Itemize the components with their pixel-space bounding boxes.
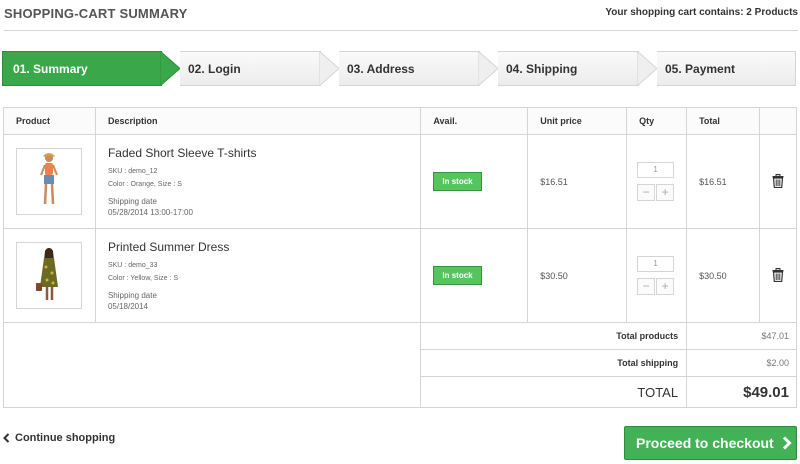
step-label: 02. Login <box>188 62 241 76</box>
qty-decrease-button[interactable]: − <box>637 278 656 295</box>
product-image[interactable] <box>16 242 82 309</box>
product-attributes[interactable]: Color : Orange, Size : S <box>108 178 420 191</box>
product-sku: SKU : demo_12 <box>107 167 158 175</box>
step-address[interactable]: 03. Address <box>339 51 480 86</box>
step-label: 04. Shipping <box>506 62 578 76</box>
proceed-to-checkout-label: Proceed to checkout <box>636 435 774 451</box>
step-shipping[interactable]: 04. Shipping <box>498 51 639 86</box>
chevron-left-icon <box>3 433 10 443</box>
step-summary[interactable]: 01. Summary <box>2 51 162 86</box>
unit-price: $16.51 <box>527 134 628 229</box>
step-payment[interactable]: 05. Payment <box>657 51 796 86</box>
continue-shopping-link[interactable]: Continue shopping <box>3 432 115 444</box>
line-total: $16.51 <box>686 134 761 229</box>
col-header-avail: Avail. <box>420 107 529 135</box>
product-description: Faded Short Sleeve T-shirts SKU : demo_1… <box>94 134 422 229</box>
step-arrow <box>478 51 499 86</box>
quantity-input[interactable]: 1 <box>637 162 675 178</box>
qty-cell: 1 − + <box>626 134 688 229</box>
product-attributes[interactable]: Color : Yellow, Size : S <box>108 272 420 285</box>
checkout-steps: 01. Summary 02. Login 03. Address 04. Sh… <box>2 51 796 86</box>
table-row: Faded Short Sleeve T-shirts SKU : demo_1… <box>3 134 797 229</box>
qty-cell: 1 − + <box>626 228 688 323</box>
total-shipping-label: Total shipping <box>420 349 688 377</box>
stock-badge: In stock <box>433 266 482 285</box>
cart-table: Product Description Avail. Unit price Qt… <box>2 107 797 408</box>
shipping-date-label: Shipping date <box>107 290 157 300</box>
product-description: Printed Summer Dress SKU : demo_33 Color… <box>94 228 422 323</box>
col-header-total: Total <box>686 107 761 135</box>
table-row: Printed Summer Dress SKU : demo_33 Color… <box>3 228 797 323</box>
product-image-cell <box>3 228 96 323</box>
product-image-cell <box>3 134 96 229</box>
col-header-unit-price: Unit price <box>527 107 628 135</box>
step-label: 01. Summary <box>13 62 88 76</box>
line-total: $30.50 <box>686 228 761 323</box>
product-name-link[interactable]: Printed Summer Dress <box>108 240 420 254</box>
delete-cell <box>759 134 797 229</box>
step-login[interactable]: 02. Login <box>180 51 321 86</box>
col-header-delete <box>759 107 797 135</box>
page-heading: Shopping-cart summary Your shopping cart… <box>4 0 798 31</box>
shipping-date: 05/28/2014 13:00-17:00 <box>107 207 193 217</box>
delete-cell <box>759 228 797 323</box>
summary-row-products: Total products $47.01 <box>2 322 797 408</box>
qty-increase-button[interactable]: + <box>656 278 675 295</box>
step-arrow <box>160 51 181 86</box>
col-header-qty: Qty <box>626 107 688 135</box>
chevron-right-icon <box>782 436 792 450</box>
step-arrow <box>637 51 658 86</box>
total-shipping-value: $2.00 <box>686 349 797 377</box>
col-header-description: Description <box>94 107 422 135</box>
availability-cell: In stock <box>420 134 529 229</box>
product-sku: SKU : demo_33 <box>107 261 158 269</box>
proceed-to-checkout-button[interactable]: Proceed to checkout <box>624 426 797 460</box>
grand-total-value: $49.01 <box>686 376 797 408</box>
shipping-date-label: Shipping date <box>107 196 157 206</box>
table-header-row: Product Description Avail. Unit price Qt… <box>3 107 797 135</box>
page-title: Shopping-cart summary <box>4 6 188 21</box>
product-name-link[interactable]: Faded Short Sleeve T-shirts <box>108 146 420 160</box>
step-label: 05. Payment <box>665 62 736 76</box>
qty-decrease-button[interactable]: − <box>637 184 656 201</box>
product-image[interactable] <box>16 148 82 215</box>
step-label: 03. Address <box>347 62 415 76</box>
shipping-date: 05/18/2014 <box>107 301 149 311</box>
trash-icon[interactable] <box>772 267 784 282</box>
grand-total-label: TOTAL <box>420 376 688 408</box>
trash-icon[interactable] <box>772 173 784 188</box>
summary-spacer <box>2 322 422 408</box>
col-header-product: Product <box>3 107 96 135</box>
total-products-value: $47.01 <box>686 322 797 350</box>
availability-cell: In stock <box>420 228 529 323</box>
continue-shopping-label: Continue shopping <box>15 432 116 444</box>
stock-badge: In stock <box>433 172 482 191</box>
cart-count: Your shopping cart contains: 2 Products <box>605 7 798 18</box>
quantity-input[interactable]: 1 <box>637 256 675 272</box>
total-products-label: Total products <box>420 322 688 350</box>
qty-increase-button[interactable]: + <box>656 184 675 201</box>
unit-price: $30.50 <box>527 228 628 323</box>
step-arrow <box>319 51 340 86</box>
